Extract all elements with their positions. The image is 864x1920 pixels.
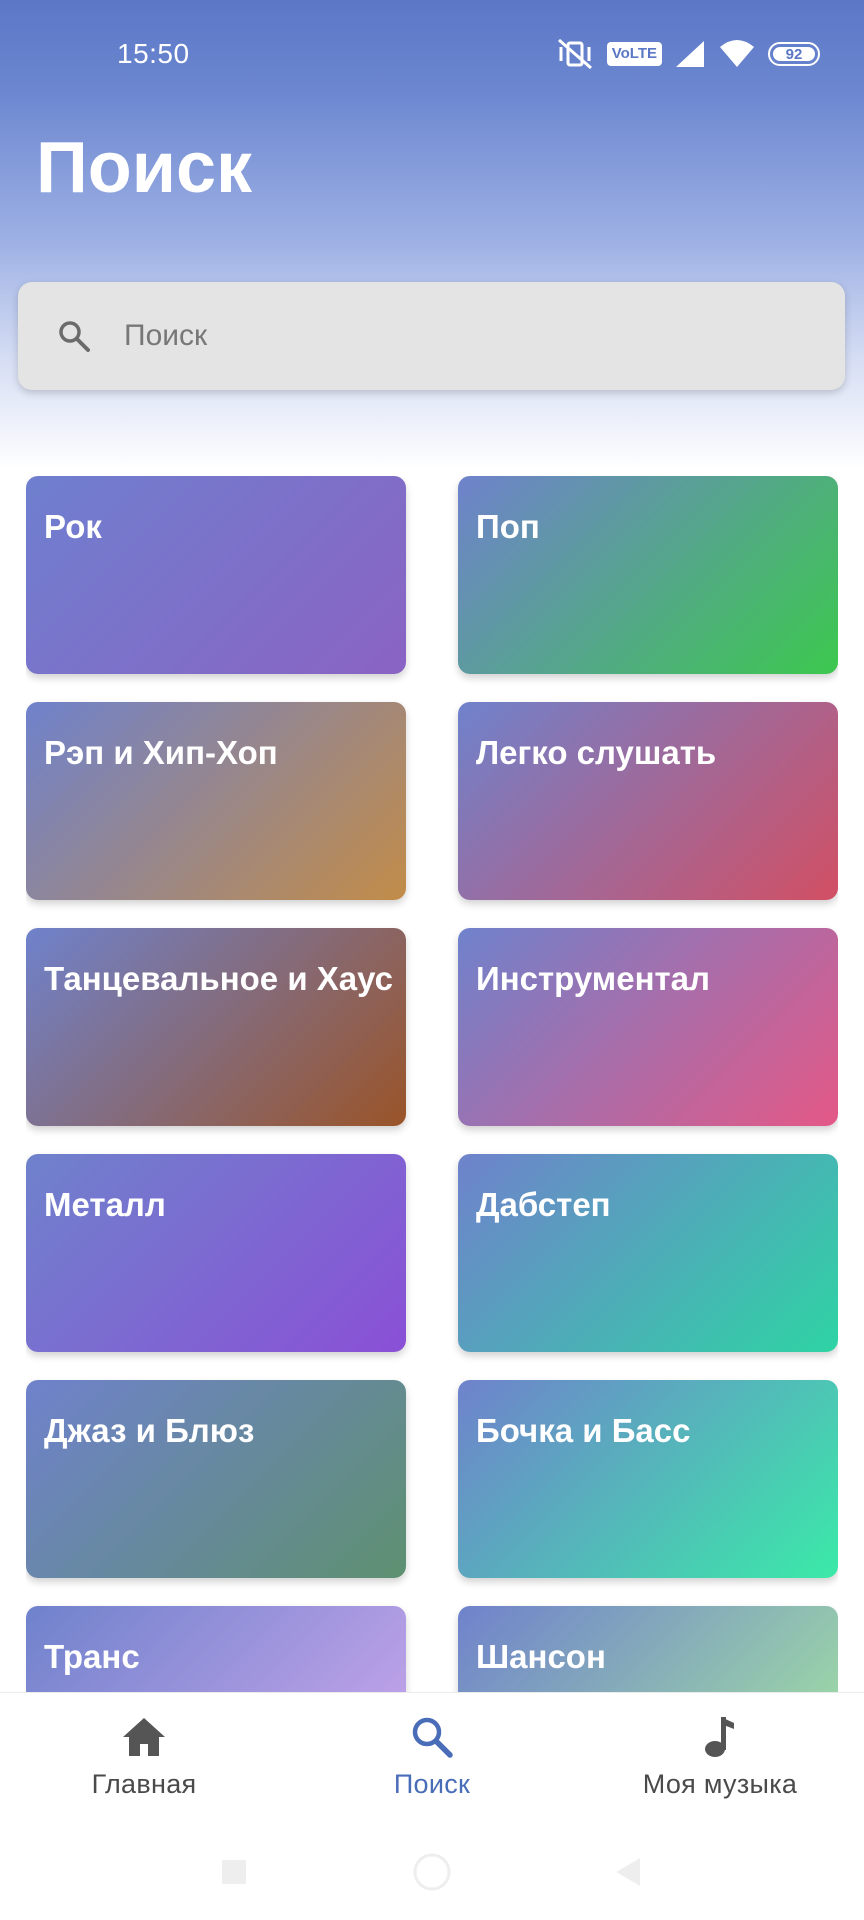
genre-card[interactable]: Шансон xyxy=(458,1606,838,1692)
status-bar: 15:50 VoLTE 92 xyxy=(0,0,864,112)
system-navigation-bar xyxy=(0,1824,864,1920)
music-note-icon xyxy=(696,1713,744,1761)
genre-label: Бочка и Басс xyxy=(476,1412,691,1449)
battery-level: 92 xyxy=(785,45,803,63)
genre-card[interactable]: Легко слушать xyxy=(458,702,838,900)
genre-label: Рок xyxy=(44,508,102,545)
genre-card[interactable]: Рок xyxy=(26,476,406,674)
genre-card[interactable]: Танцевальное и Хаус xyxy=(26,928,406,1126)
nav-home[interactable]: Главная xyxy=(0,1693,288,1825)
genre-label: Легко слушать xyxy=(476,734,717,771)
genre-label: Танцевальное и Хаус xyxy=(44,960,394,997)
back-triangle-icon[interactable] xyxy=(604,1848,652,1896)
genre-card[interactable]: Рэп и Хип-Хоп xyxy=(26,702,406,900)
home-circle-icon[interactable] xyxy=(408,1848,456,1896)
nav-my-music[interactable]: Моя музыка xyxy=(576,1693,864,1825)
genre-label: Джаз и Блюз xyxy=(44,1412,255,1449)
genre-label: Дабстеп xyxy=(476,1186,611,1223)
genre-label: Шансон xyxy=(476,1638,606,1675)
search-screen: 15:50 VoLTE 92 Поиск Поиск Рок Поп Рэп и… xyxy=(0,0,864,1920)
page-title: Поиск xyxy=(36,128,253,208)
search-input[interactable] xyxy=(124,319,764,353)
nav-my-music-label: Моя музыка xyxy=(642,1769,798,1799)
battery-icon: 92 xyxy=(768,42,820,66)
nav-search-label: Поиск xyxy=(393,1769,471,1799)
bottom-navigation: Главная Поиск Моя музыка xyxy=(0,1692,864,1825)
genre-card[interactable]: Металл xyxy=(26,1154,406,1352)
genre-grid: Рок Поп Рэп и Хип-Хоп Легко слушать Танцевал… xyxy=(26,476,838,1692)
genre-label: Поп xyxy=(476,508,540,545)
genre-label: Транс xyxy=(44,1638,140,1675)
recents-square-icon[interactable] xyxy=(210,1848,258,1896)
genre-card[interactable]: Инструментал xyxy=(458,928,838,1126)
nav-search[interactable]: Поиск xyxy=(288,1693,576,1825)
genre-label: Инструментал xyxy=(476,960,710,997)
genre-card[interactable]: Джаз и Блюз xyxy=(26,1380,406,1578)
genre-card[interactable]: Транс xyxy=(26,1606,406,1692)
vibrate-off-icon xyxy=(555,37,595,71)
wifi-icon xyxy=(718,39,756,69)
genre-card[interactable]: Поп xyxy=(458,476,838,674)
volte-icon: VoLTE xyxy=(606,42,662,66)
search-icon xyxy=(408,1713,456,1761)
status-time: 15:50 xyxy=(117,38,190,69)
status-icons: VoLTE 92 xyxy=(555,34,820,74)
nav-home-label: Главная xyxy=(91,1769,197,1799)
search-bar[interactable] xyxy=(18,282,845,390)
home-icon xyxy=(120,1713,168,1761)
genre-card[interactable]: Бочка и Басс xyxy=(458,1380,838,1578)
genre-card[interactable]: Дабстеп xyxy=(458,1154,838,1352)
genre-label: Рэп и Хип-Хоп xyxy=(44,734,278,771)
genre-label: Металл xyxy=(44,1186,166,1223)
search-icon xyxy=(56,318,92,354)
signal-icon xyxy=(674,39,706,69)
